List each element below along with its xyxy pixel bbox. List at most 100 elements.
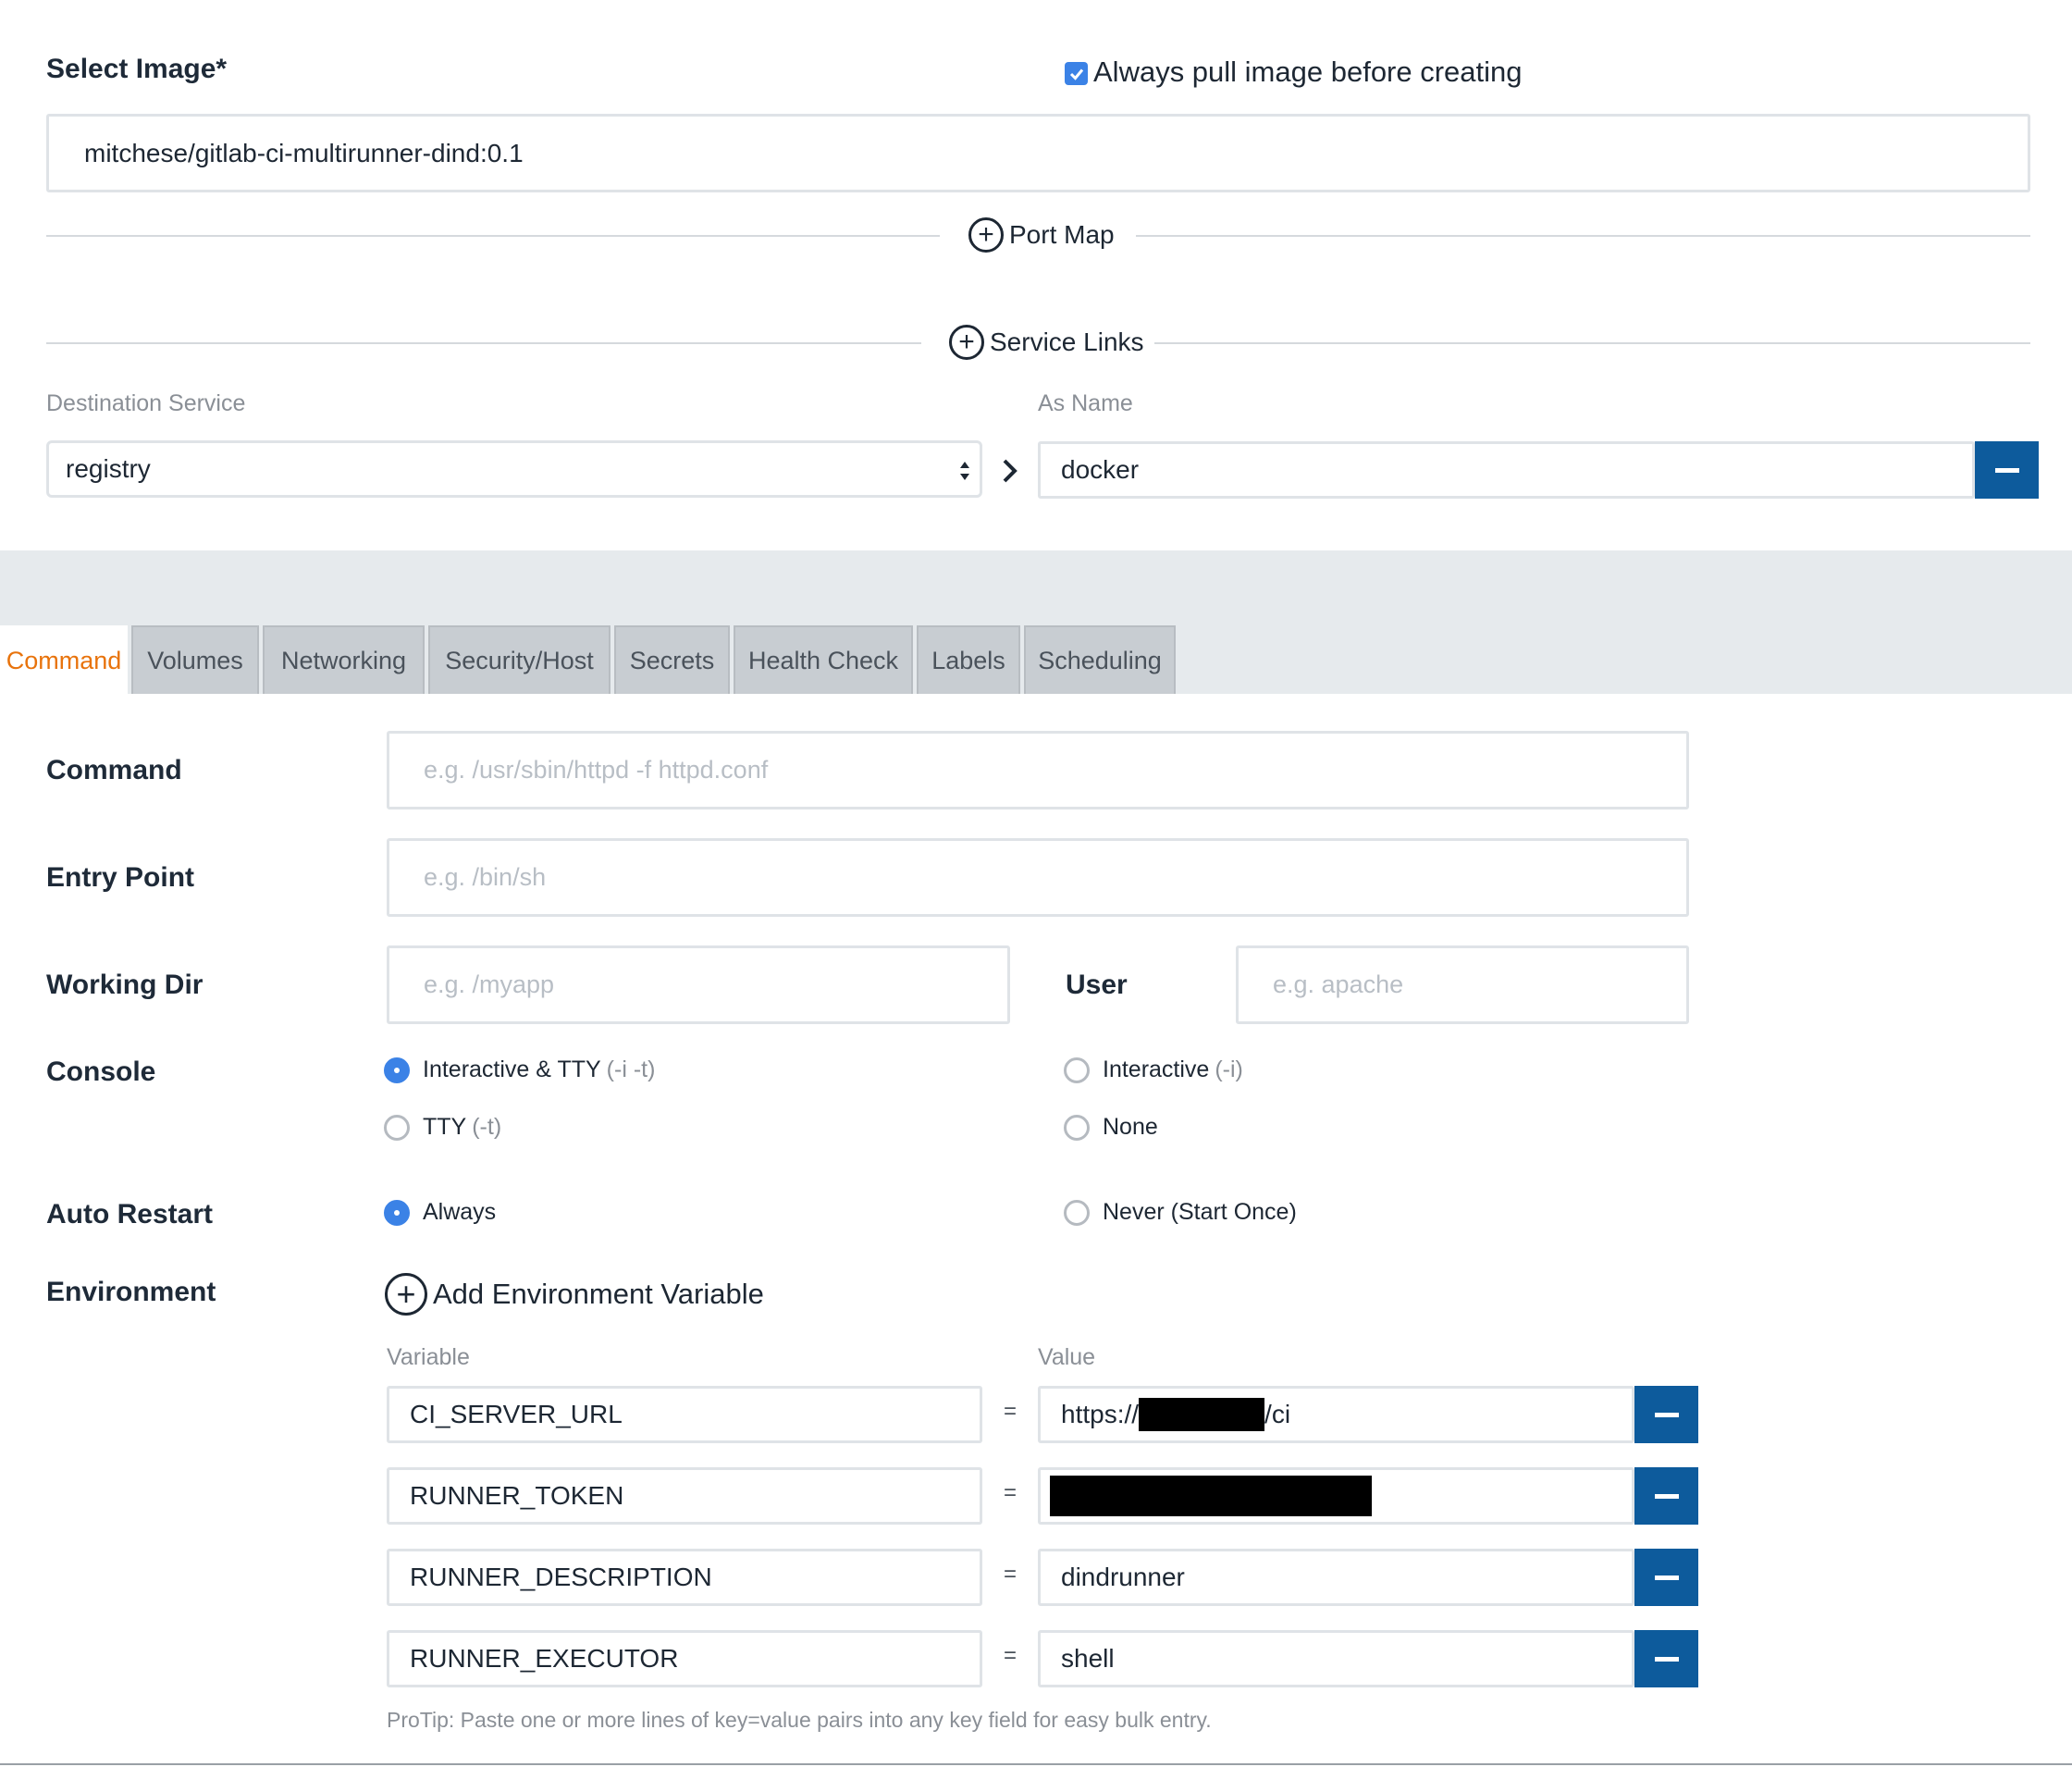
user-label: User — [1066, 970, 1128, 1000]
add-env-label: Add Environment Variable — [433, 1278, 764, 1310]
always-pull-checkbox[interactable] — [1065, 62, 1088, 85]
plus-circle-icon: + — [385, 1273, 427, 1316]
command-label: Command — [46, 755, 182, 785]
select-arrows-icon — [960, 462, 969, 480]
env-value-input[interactable]: shell — [1038, 1630, 1634, 1687]
env-key-value: RUNNER_EXECUTOR — [410, 1644, 679, 1673]
user-placeholder: e.g. apache — [1273, 970, 1404, 998]
bottom-border — [0, 1763, 2072, 1765]
option-label: Interactive & TTY — [423, 1056, 601, 1082]
remove-env-button[interactable] — [1634, 1549, 1698, 1606]
redaction-block — [1050, 1476, 1372, 1516]
env-value-input[interactable]: dindrunner — [1038, 1549, 1634, 1606]
option-label: Always — [423, 1199, 497, 1225]
env-key-input[interactable]: RUNNER_TOKEN — [387, 1467, 982, 1525]
divider — [46, 235, 940, 237]
tab-command[interactable]: Command — [0, 625, 128, 696]
plus-circle-icon: + — [949, 325, 984, 360]
equals-sign: = — [1003, 1480, 1017, 1505]
equals-sign: = — [1003, 1643, 1017, 1668]
env-value-suffix: /ci — [1264, 1400, 1291, 1428]
auto-restart-label: Auto Restart — [46, 1199, 214, 1229]
remove-service-link-button[interactable] — [1975, 441, 2039, 499]
user-input[interactable]: e.g. apache — [1236, 945, 1689, 1024]
option-label: TTY — [423, 1114, 467, 1140]
always-pull-label: Always pull image before creating — [1093, 56, 1523, 88]
destination-service-value: registry — [66, 454, 151, 483]
env-key-input[interactable]: CI_SERVER_URL — [387, 1386, 982, 1443]
plus-circle-icon: + — [968, 217, 1004, 253]
add-port-map-button[interactable]: + Port Map — [968, 217, 1115, 253]
working-dir-input[interactable]: e.g. /myapp — [387, 945, 1010, 1024]
as-name-input[interactable]: docker — [1038, 441, 1975, 499]
env-key-value: RUNNER_DESCRIPTION — [410, 1563, 712, 1591]
tab-scheduling[interactable]: Scheduling — [1024, 625, 1176, 694]
equals-sign: = — [1003, 1399, 1017, 1424]
divider — [1154, 342, 2030, 344]
port-map-label: Port Map — [1009, 220, 1115, 249]
destination-service-label: Destination Service — [46, 390, 246, 416]
command-input[interactable]: e.g. /usr/sbin/httpd -f httpd.conf — [387, 731, 1689, 809]
minus-icon — [1994, 467, 2019, 473]
as-name-value: docker — [1061, 455, 1140, 484]
equals-sign: = — [1003, 1562, 1017, 1587]
restart-option-never[interactable]: Never (Start Once) — [1064, 1199, 1297, 1226]
tab-security-host[interactable]: Security/Host — [428, 625, 610, 694]
env-value-input[interactable] — [1038, 1467, 1634, 1525]
value-header: Value — [1038, 1344, 1096, 1370]
option-label: Interactive — [1103, 1056, 1210, 1082]
env-value: shell — [1061, 1644, 1115, 1673]
console-option-interactive-tty[interactable]: Interactive & TTY (-i -t) — [384, 1056, 655, 1083]
minus-icon — [1654, 1493, 1679, 1499]
add-environment-variable-button[interactable]: + Add Environment Variable — [385, 1273, 764, 1316]
radio-unselected — [1064, 1114, 1090, 1141]
tab-labels[interactable]: Labels — [917, 625, 1020, 694]
console-option-tty[interactable]: TTY (-t) — [384, 1114, 501, 1141]
minus-icon — [1654, 1575, 1679, 1580]
env-value-input[interactable]: https:// /ci — [1038, 1386, 1634, 1443]
divider — [1136, 235, 2030, 237]
image-input-value: mitchese/gitlab-ci-multirunner-dind:0.1 — [84, 138, 524, 167]
service-links-label: Service Links — [990, 327, 1144, 356]
radio-selected — [384, 1056, 410, 1083]
restart-option-always[interactable]: Always — [384, 1199, 496, 1226]
image-input[interactable]: mitchese/gitlab-ci-multirunner-dind:0.1 — [46, 114, 2030, 192]
env-key-value: CI_SERVER_URL — [410, 1400, 623, 1428]
working-dir-label: Working Dir — [46, 970, 204, 1000]
tab-volumes[interactable]: Volumes — [131, 625, 259, 694]
option-hint: (-t) — [472, 1114, 502, 1140]
chevron-right-icon — [1003, 459, 1018, 483]
env-key-input[interactable]: RUNNER_EXECUTOR — [387, 1630, 982, 1687]
redaction-block — [1139, 1398, 1265, 1431]
working-dir-placeholder: e.g. /myapp — [424, 970, 555, 998]
env-value-prefix: https:// — [1061, 1400, 1140, 1428]
env-key-input[interactable]: RUNNER_DESCRIPTION — [387, 1549, 982, 1606]
radio-selected — [384, 1199, 410, 1226]
remove-env-button[interactable] — [1634, 1630, 1698, 1687]
remove-env-button[interactable] — [1634, 1467, 1698, 1525]
minus-icon — [1654, 1656, 1679, 1662]
env-key-value: RUNNER_TOKEN — [410, 1481, 624, 1510]
environment-label: Environment — [46, 1277, 216, 1307]
remove-env-button[interactable] — [1634, 1386, 1698, 1443]
checkmark-icon — [1069, 68, 1083, 80]
radio-unselected — [1064, 1056, 1090, 1083]
command-placeholder: e.g. /usr/sbin/httpd -f httpd.conf — [424, 756, 769, 784]
radio-unselected — [384, 1114, 410, 1141]
select-image-label: Select Image* — [46, 54, 228, 84]
tab-health-check[interactable]: Health Check — [734, 625, 913, 694]
variable-header: Variable — [387, 1344, 470, 1370]
tab-secrets[interactable]: Secrets — [614, 625, 730, 694]
entry-point-input[interactable]: e.g. /bin/sh — [387, 838, 1689, 917]
as-name-label: As Name — [1038, 390, 1133, 416]
option-label: None — [1103, 1114, 1158, 1140]
option-hint: (-i -t) — [606, 1056, 656, 1082]
add-service-link-button[interactable]: + Service Links — [949, 325, 1144, 360]
console-option-interactive[interactable]: Interactive (-i) — [1064, 1056, 1243, 1083]
entry-point-label: Entry Point — [46, 862, 195, 893]
console-option-none[interactable]: None — [1064, 1114, 1158, 1141]
destination-service-select[interactable]: registry — [46, 440, 982, 498]
tab-networking[interactable]: Networking — [263, 625, 425, 694]
entry-point-placeholder: e.g. /bin/sh — [424, 863, 547, 891]
option-label: Never (Start Once) — [1103, 1199, 1297, 1225]
